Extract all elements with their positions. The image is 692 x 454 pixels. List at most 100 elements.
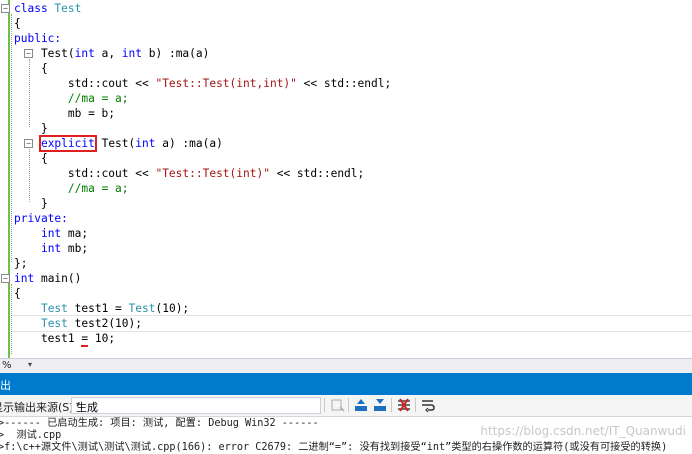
find-message-icon[interactable] [331,398,345,412]
code-line: std::cout << "Test::Test(int)" << std::e… [14,166,364,181]
output-line: > 测试.cpp [0,430,62,441]
code-token: main() [34,272,82,285]
editor-status-bar: % ▾ [0,358,692,373]
code-token: //ma = a; [67,182,129,195]
explicit-keyword-highlight: explicit [38,135,97,152]
code-token: mb = b; [14,107,116,120]
code-token: int [40,242,62,255]
code-line: public: [14,31,61,46]
code-line: test1 = 10; [14,331,116,347]
clear-all-icon[interactable] [397,398,411,412]
chevron-down-icon: ▾ [76,400,81,409]
code-token: Test( [94,137,136,150]
code-token: Test [40,317,68,330]
code-line: private: [14,211,68,226]
code-token: a) :ma(a) [155,137,223,150]
output-line-error: >f:\c++源文件\测试\测试\测试.cpp(166): error C267… [0,442,668,453]
code-line: Test test2(10); [14,316,142,331]
word-wrap-icon[interactable] [421,398,435,412]
code-token: 10; [88,332,116,345]
change-tracking-bar [8,0,10,358]
fold-main-icon[interactable]: − [1,274,10,283]
toolbar-separator [415,398,416,412]
output-line: >------ 已启动生成: 项目: 测试, 配置: Debug Win32 -… [0,418,319,429]
code-token: int [74,47,95,60]
code-line: class Test [14,1,81,16]
output-source-select[interactable]: 生成 ▾ [71,397,321,414]
code-line: //ma = a; [14,91,129,106]
code-line: int mb; [14,241,88,256]
code-line: mb = b; [14,106,115,121]
output-panel-title-bar: 出 [0,373,692,395]
code-token: std::cout << [14,77,156,90]
code-editor[interactable]: − − − − class Test{public: Test(int a, i… [0,0,692,358]
code-token: } [14,122,48,135]
zoom-level[interactable]: % [2,360,12,371]
code-token: ma; [61,227,89,240]
code-line: }; [14,256,27,271]
code-token: int [121,47,143,60]
code-token: { [14,62,48,75]
output-source-label: 显示输出来源(S): [0,401,78,414]
code-token: }; [14,257,28,270]
code-token: int [14,272,35,285]
code-token: a, [94,47,122,60]
fold-guide-class [11,14,12,262]
code-line: { [14,61,48,76]
code-line: Test test1 = Test(10); [14,301,189,316]
code-line: explicit Test(int a) :ma(a) [14,135,223,152]
next-message-icon[interactable] [373,398,387,412]
code-token: public: [14,32,62,45]
code-token: Test( [14,47,75,60]
code-line: //ma = a; [14,181,129,196]
code-token: { [14,287,21,300]
code-token: (10); [155,302,190,315]
code-token: Test [54,2,82,15]
code-token: test2(10); [67,317,142,330]
code-token: //ma = a; [67,92,129,105]
code-token: std::cout << [14,167,156,180]
code-line: std::cout << "Test::Test(int,int)" << st… [14,76,391,91]
code-line: { [14,286,21,301]
code-token: int [135,137,156,150]
code-line: int main() [14,271,81,286]
code-token: class [14,2,55,15]
watermark: https://blog.csdn.net/IT_Quanwudi [480,424,686,438]
fold-guide-main [11,284,12,354]
toolbar-separator [348,398,349,412]
code-line: } [14,196,48,211]
code-line: } [14,121,48,136]
code-token: test1 [14,332,82,345]
code-line: int ma; [14,226,88,241]
output-panel-title: 出 [0,379,11,392]
toolbar-separator [391,398,392,412]
code-token: { [14,17,21,30]
code-line: { [14,16,21,31]
code-token: int [40,227,62,240]
code-token: Test [40,302,68,315]
code-token: } [14,197,48,210]
code-line: Test(int a, int b) :ma(a) [14,46,209,61]
code-token: b) :ma(a) [142,47,210,60]
code-token: "Test::Test(int)" [155,167,270,180]
fold-class-icon[interactable]: − [1,4,10,13]
code-token: Test [128,302,156,315]
prev-message-icon[interactable] [354,398,368,412]
zoom-dropdown-icon[interactable]: ▾ [28,360,32,369]
output-toolbar: 显示输出来源(S): 生成 ▾ [0,395,692,417]
toolbar-separator [324,398,325,412]
code-token: << std::endl; [296,77,392,90]
code-token: mb; [61,242,89,255]
code-token: "Test::Test(int,int)" [155,77,297,90]
code-token: << std::endl; [269,167,365,180]
code-token: private: [14,212,68,225]
code-token: test1 = [67,302,129,315]
code-line: { [14,151,48,166]
